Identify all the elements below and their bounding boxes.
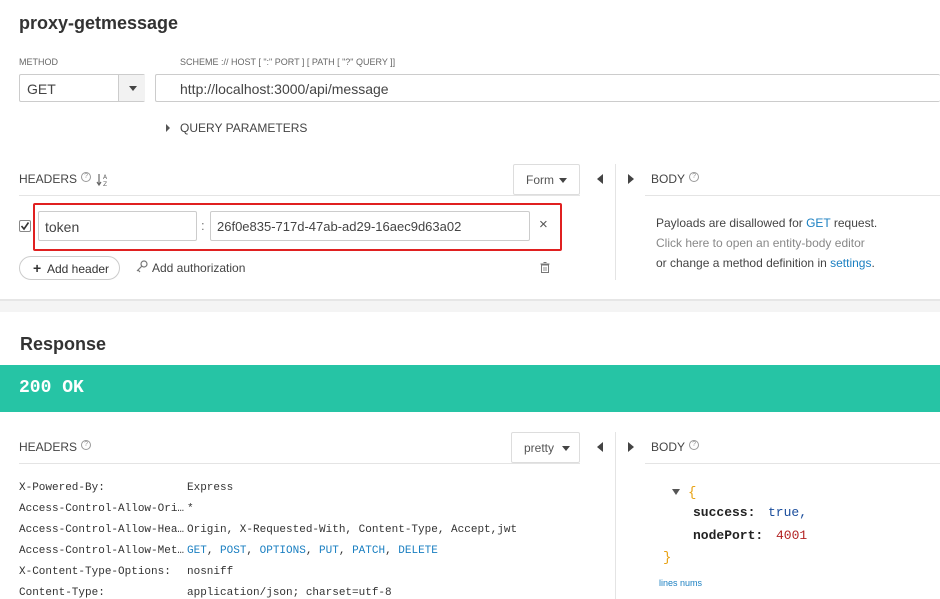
collapse-left-icon[interactable] (597, 442, 603, 452)
method-select[interactable]: GET (19, 74, 145, 102)
panel-shadow (0, 299, 940, 301)
lines-nums-toggle[interactable]: lines nums (659, 578, 702, 588)
response-body-text: BODY (651, 440, 686, 454)
expand-arrow-icon (166, 124, 170, 132)
method-value: GET (27, 81, 56, 97)
json-key-success: success: (693, 505, 756, 520)
json-value-success: true, (768, 505, 808, 520)
body-disallowed-note: Payloads are disallowed for GET request.… (656, 213, 877, 273)
request-title: proxy-getmessage (19, 13, 179, 33)
collapse-left-icon[interactable] (597, 174, 603, 184)
form-button-label: Form (526, 173, 554, 187)
chevron-down-icon (559, 178, 567, 183)
pretty-button-label: pretty (524, 441, 555, 455)
scheme-label: SCHEME :// HOST [ ":" PORT ] [ PATH [ "?… (180, 57, 396, 67)
help-icon[interactable]: ? (689, 172, 700, 182)
method-link[interactable]: PATCH (352, 545, 385, 557)
url-value: http://localhost:3000/api/message (180, 81, 389, 97)
body-note-text: . (871, 256, 875, 270)
header-key: Access-Control-Allow-Ori… (19, 503, 185, 515)
header-name-input[interactable]: token (38, 211, 197, 241)
key-icon (136, 260, 148, 273)
form-button[interactable]: Form (513, 164, 580, 195)
headers-underline (19, 463, 580, 464)
method-link[interactable]: OPTIONS (260, 545, 306, 557)
response-body-label: BODY? (651, 440, 700, 454)
header-name-value: token (45, 219, 80, 235)
headers-underline (19, 195, 580, 196)
body-note-text: or change a method definition in (656, 256, 831, 270)
request-headers-label: HEADERS? (19, 172, 92, 186)
method-label: METHOD (19, 57, 58, 67)
request-body-text: BODY (651, 172, 686, 186)
request-body-label: BODY? (651, 172, 700, 186)
help-icon[interactable]: ? (689, 440, 700, 450)
remove-header-icon[interactable]: × (539, 216, 548, 233)
header-key: X-Powered-By: (19, 482, 105, 494)
header-key: Content-Type: (19, 587, 105, 599)
header-value-text: 26f0e835-717d-47ab-ad29-16aec9d63a02 (217, 219, 462, 234)
header-key: Access-Control-Allow-Hea… (19, 524, 185, 536)
request-headers-text: HEADERS (19, 172, 78, 186)
checkmark-icon (20, 222, 30, 231)
add-header-button[interactable]: + Add header (19, 256, 120, 280)
json-value-nodeport: 4001 (776, 528, 808, 543)
panel-divider (615, 432, 616, 599)
response-headers-label: HEADERS? (19, 440, 92, 454)
json-close-brace: } (663, 550, 672, 566)
body-note-line1: Payloads are disallowed for GET request. (656, 213, 877, 233)
query-parameters-toggle[interactable]: QUERY PARAMETERS (166, 121, 307, 135)
svg-text:Z: Z (103, 181, 107, 187)
header-value: Origin, X-Requested-With, Content-Type, … (187, 524, 518, 536)
query-parameters-label: QUERY PARAMETERS (180, 121, 308, 135)
chevron-down-icon (562, 446, 570, 451)
header-value: * (187, 503, 194, 515)
json-key-nodeport: nodePort: (693, 528, 764, 543)
add-header-label: Add header (47, 262, 110, 276)
body-underline (645, 195, 940, 196)
json-open-brace: { (688, 485, 697, 501)
expand-right-icon[interactable] (628, 442, 634, 452)
status-text: 200 OK (19, 378, 84, 398)
method-link[interactable]: GET (187, 545, 207, 557)
url-input[interactable]: http://localhost:3000/api/message (155, 74, 940, 102)
body-note-line3: or change a method definition in setting… (656, 253, 877, 273)
header-key: X-Content-Type-Options: (19, 566, 171, 578)
response-panel: Response 200 OK HEADERS? pretty BODY? X-… (0, 312, 940, 599)
header-value: Express (187, 482, 234, 494)
plus-icon: + (33, 260, 42, 276)
trash-icon[interactable] (540, 262, 550, 273)
open-body-editor-link[interactable]: Click here to open an entity-body editor (656, 233, 877, 253)
svg-text:A: A (103, 174, 108, 181)
settings-link[interactable]: settings (830, 256, 871, 270)
chevron-down-icon (129, 86, 137, 91)
header-value-methods: GET, POST, OPTIONS, PUT, PATCH, DELETE (187, 545, 438, 557)
body-note-text: Payloads are disallowed for (656, 216, 807, 230)
collapse-arrow-icon[interactable] (672, 489, 680, 495)
request-panel: proxy-getmessage METHOD SCHEME :// HOST … (0, 0, 940, 299)
expand-right-icon[interactable] (628, 174, 634, 184)
header-value: application/json; charset=utf-8 (187, 587, 392, 599)
response-headers-text: HEADERS (19, 440, 78, 454)
add-authorization-link[interactable]: Add authorization (152, 261, 245, 275)
response-title: Response (20, 334, 107, 354)
panel-divider (615, 164, 616, 280)
get-method-link[interactable]: GET (806, 216, 830, 230)
body-note-text: request. (830, 216, 878, 230)
header-key: Access-Control-Allow-Met… (19, 545, 185, 557)
method-link[interactable]: PUT (319, 545, 339, 557)
method-link[interactable]: DELETE (398, 545, 438, 557)
method-link[interactable]: POST (220, 545, 246, 557)
header-separator: : (201, 218, 205, 233)
help-icon[interactable]: ? (81, 440, 92, 450)
body-underline (645, 463, 940, 464)
help-icon[interactable]: ? (81, 172, 92, 182)
header-value: nosniff (187, 566, 234, 578)
sort-az-icon[interactable]: A Z (96, 172, 110, 187)
status-bar: 200 OK (0, 365, 940, 412)
header-value-input[interactable]: 26f0e835-717d-47ab-ad29-16aec9d63a02 (210, 211, 530, 241)
method-dropdown-button[interactable] (118, 75, 145, 101)
pretty-button[interactable]: pretty (511, 432, 580, 463)
header-enabled-checkbox[interactable] (19, 220, 31, 232)
